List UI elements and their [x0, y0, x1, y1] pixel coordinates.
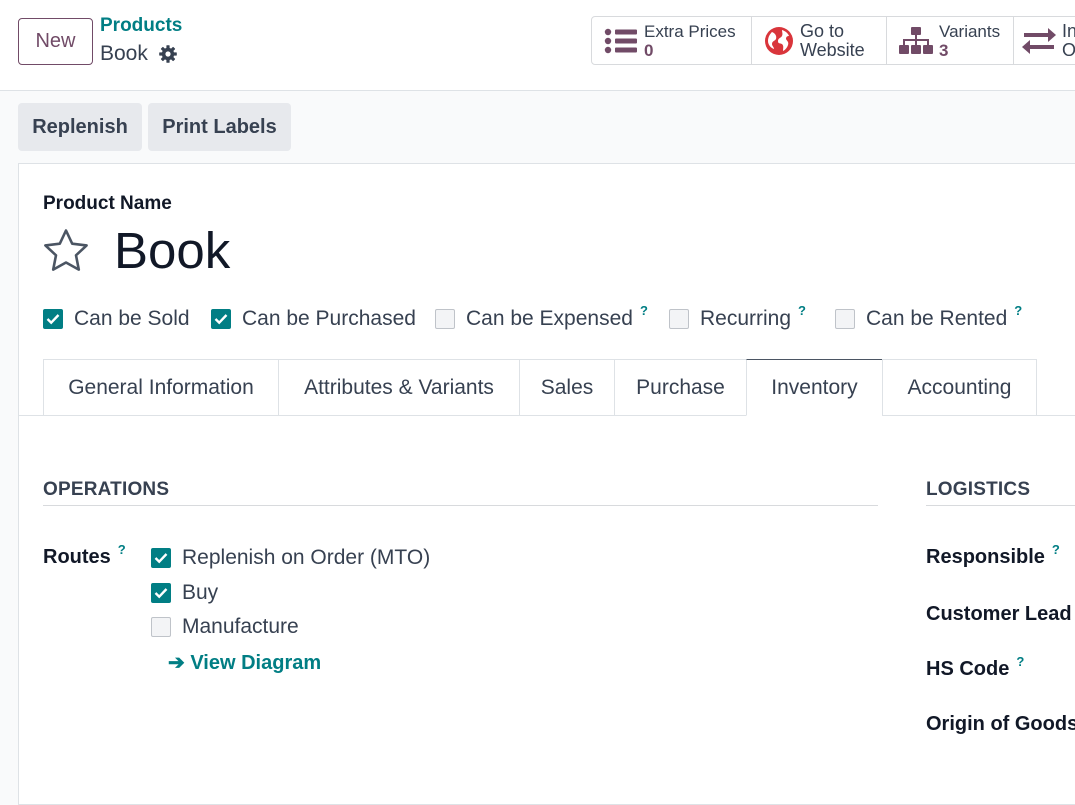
can-be-rented-label: Can be Rented [866, 307, 1008, 330]
responsible-label: Responsible? [926, 542, 1060, 569]
operations-divider [43, 505, 878, 506]
checkbox-checked-icon [211, 309, 231, 329]
routes-label-text: Routes [43, 546, 111, 568]
can-be-purchased-checkbox[interactable]: Can be Purchased [211, 306, 416, 332]
tab-inventory[interactable]: Inventory [746, 359, 883, 416]
help-tooltip-icon[interactable]: ? [640, 303, 648, 318]
tab-sales[interactable]: Sales [519, 359, 615, 416]
replenish-button[interactable]: Replenish [18, 103, 142, 151]
view-diagram-label: View Diagram [190, 652, 322, 674]
route-buy-checkbox[interactable]: Buy [151, 581, 218, 605]
product-name-label: Product Name [43, 193, 172, 214]
star-icon[interactable] [42, 227, 90, 275]
product-name-input[interactable]: Book [114, 221, 230, 280]
can-be-expensed-label: Can be Expensed [466, 307, 633, 330]
record-title: Book [100, 42, 178, 66]
recurring-checkbox[interactable]: Recurring ? [669, 303, 806, 332]
website-line1: Go to [800, 20, 845, 41]
can-be-sold-checkbox[interactable]: Can be Sold [43, 306, 190, 332]
in-out-button[interactable]: In O [1013, 16, 1075, 65]
sitemap-icon [899, 26, 933, 56]
control-panel: New Products Book Extra Prices 0 Go to W… [0, 0, 1075, 91]
checkbox-unchecked-icon [435, 309, 455, 329]
origin-of-goods-label: Origin of Goods [926, 713, 1075, 735]
hs-code-label: HS Code? [926, 654, 1024, 681]
globe-icon [764, 26, 794, 56]
tab-accounting[interactable]: Accounting [882, 359, 1037, 416]
route-mto-checkbox[interactable]: Replenish on Order (MTO) [151, 546, 430, 570]
help-tooltip-icon[interactable]: ? [798, 303, 806, 318]
logistics-section-title: LOGISTICS [926, 479, 1031, 500]
view-diagram-link[interactable]: ➔ View Diagram [168, 650, 321, 675]
routes-label: Routes? [43, 542, 126, 569]
can-be-expensed-checkbox[interactable]: Can be Expensed ? [435, 303, 648, 332]
recurring-label: Recurring [700, 307, 792, 330]
help-tooltip-icon[interactable]: ? [1014, 303, 1022, 318]
can-be-purchased-label: Can be Purchased [242, 307, 416, 330]
route-manufacture-label: Manufacture [182, 615, 299, 638]
route-manufacture-checkbox[interactable]: Manufacture [151, 615, 299, 639]
gear-icon[interactable] [158, 44, 178, 64]
can-be-sold-label: Can be Sold [74, 307, 190, 330]
exchange-icon [1022, 26, 1056, 56]
logistics-divider [926, 505, 1075, 506]
in-out-line1: In [1062, 20, 1075, 41]
operations-section-title: OPERATIONS [43, 479, 170, 500]
record-name: Book [100, 42, 148, 65]
checkbox-unchecked-icon [669, 309, 689, 329]
checkbox-unchecked-icon [151, 617, 171, 637]
checkbox-checked-icon [43, 309, 63, 329]
route-mto-label: Replenish on Order (MTO) [182, 546, 431, 569]
checkbox-checked-icon [151, 583, 171, 603]
tab-purchase[interactable]: Purchase [614, 359, 747, 416]
help-tooltip-icon[interactable]: ? [118, 542, 126, 557]
customer-lead-time-label: Customer Lead T [926, 603, 1075, 625]
extra-prices-button[interactable]: Extra Prices 0 [591, 16, 752, 65]
extra-prices-count: 0 [644, 40, 654, 60]
in-out-line2: O [1062, 39, 1075, 60]
route-buy-label: Buy [182, 581, 219, 604]
website-line2: Website [800, 39, 865, 60]
help-tooltip-icon[interactable]: ? [1052, 542, 1060, 557]
arrow-right-icon: ➔ [168, 652, 185, 674]
checkbox-checked-icon [151, 548, 171, 568]
list-icon [604, 26, 638, 56]
extra-prices-label: Extra Prices [644, 21, 736, 41]
responsible-label-text: Responsible [926, 546, 1045, 568]
variants-label: Variants [939, 21, 1001, 41]
go-to-website-button[interactable]: Go to Website [751, 16, 887, 65]
print-labels-button[interactable]: Print Labels [148, 103, 291, 151]
checkbox-unchecked-icon [835, 309, 855, 329]
hs-code-label-text: HS Code [926, 658, 1010, 680]
variants-button[interactable]: Variants 3 [886, 16, 1014, 65]
help-tooltip-icon[interactable]: ? [1016, 654, 1024, 669]
can-be-rented-checkbox[interactable]: Can be Rented ? [835, 303, 1022, 332]
breadcrumb-products[interactable]: Products [100, 15, 182, 37]
tab-general-information[interactable]: General Information [43, 359, 279, 416]
tab-attributes-variants[interactable]: Attributes & Variants [278, 359, 520, 416]
variants-count: 3 [939, 40, 949, 60]
new-button[interactable]: New [18, 18, 93, 65]
